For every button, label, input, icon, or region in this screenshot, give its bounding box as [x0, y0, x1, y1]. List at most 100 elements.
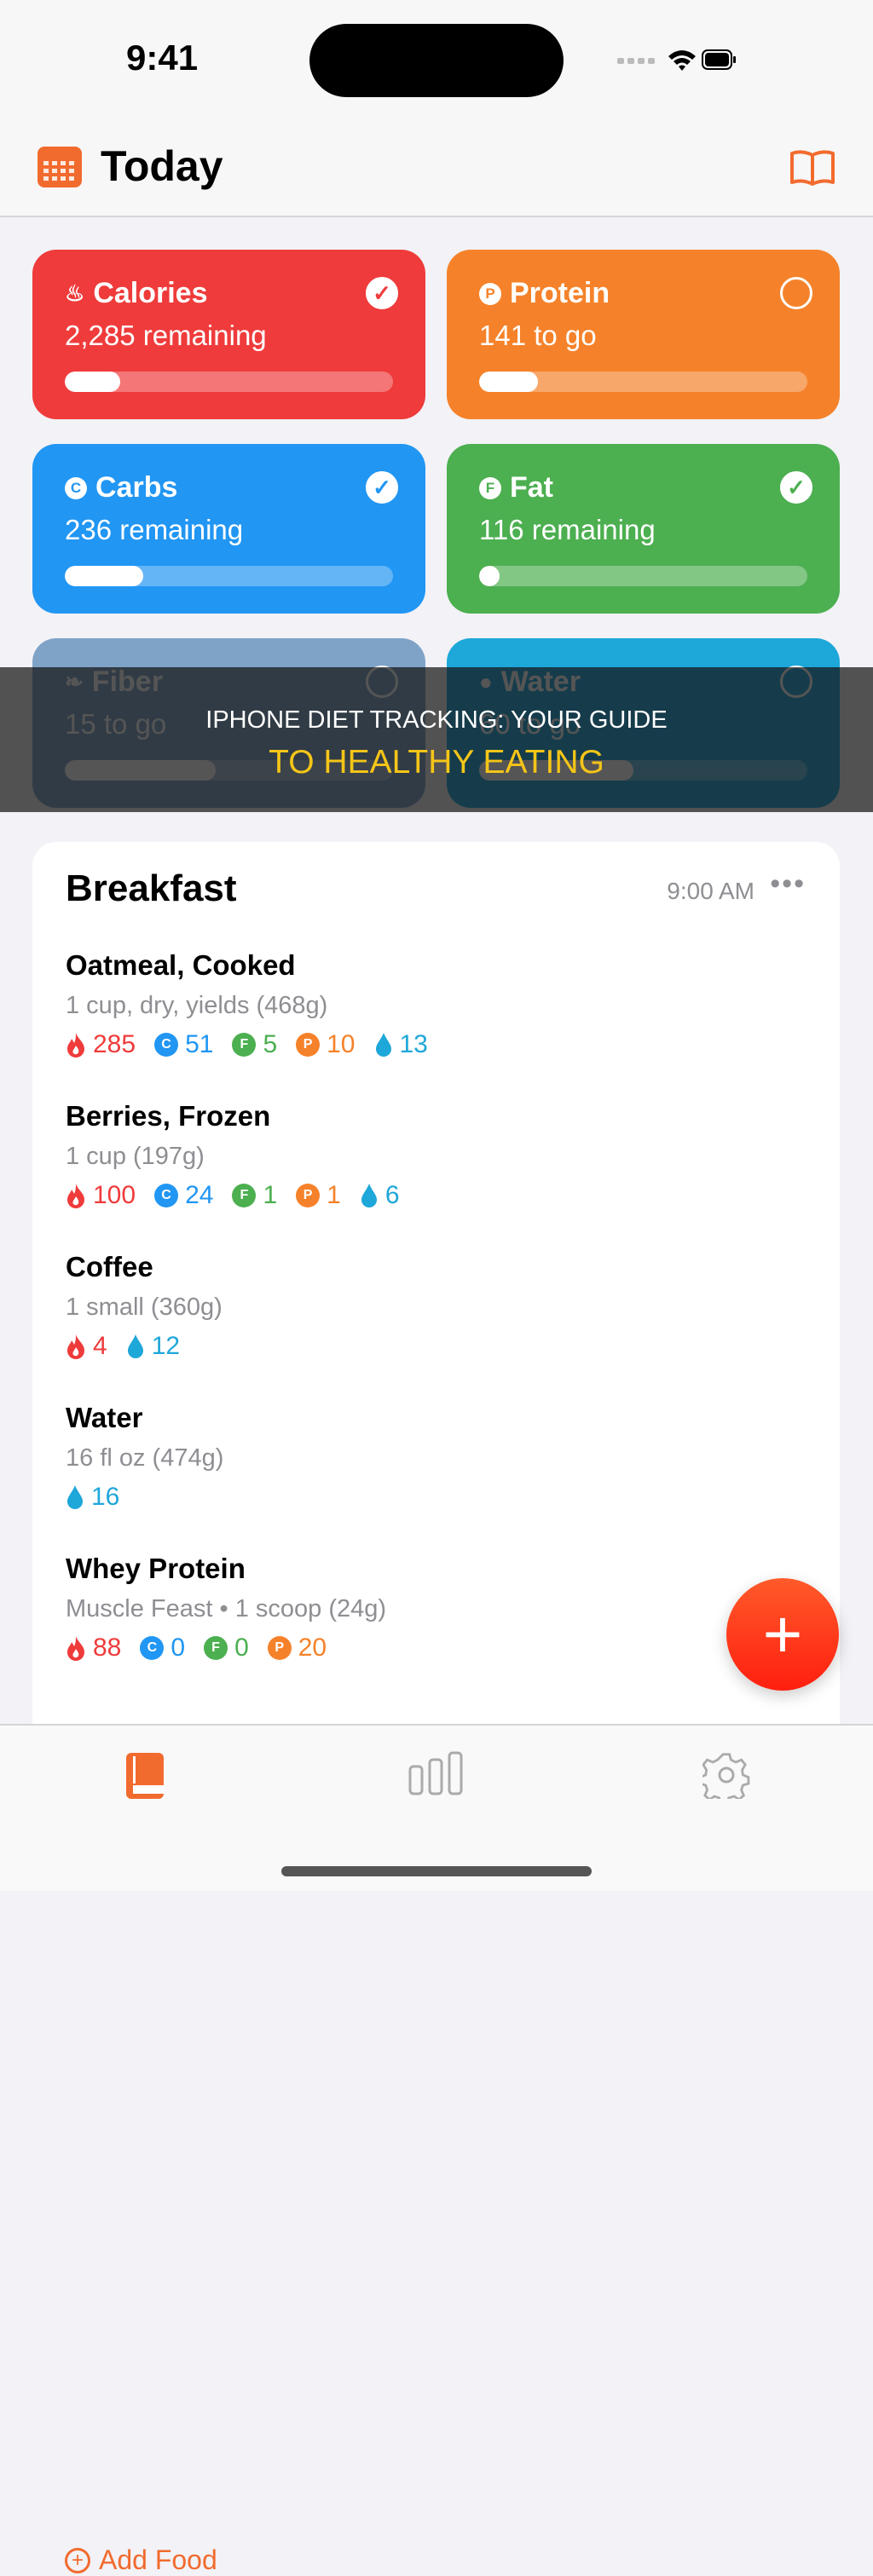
fat-icon: F — [479, 476, 501, 499]
flame-icon — [67, 1033, 84, 1057]
macro-value: 13 — [399, 1030, 428, 1058]
meal-time[interactable]: 9:00 AM — [667, 878, 754, 905]
goal-title-text: Calories — [93, 277, 208, 309]
add-food-label: Add Food — [99, 2544, 217, 2575]
macro-value: 5 — [263, 1030, 278, 1058]
macro-cal: 88 — [66, 1634, 121, 1663]
goal-progress-bar — [65, 372, 393, 392]
macro-value: 285 — [93, 1030, 136, 1058]
food-macros: 88 C 0 F 0 P 20 — [66, 1634, 386, 1663]
macro-value: 88 — [93, 1634, 122, 1662]
macro-value: 24 — [185, 1181, 214, 1209]
banner-line-2: TO HEALTHY EATING — [269, 744, 604, 781]
goal-subtitle: 236 remaining — [65, 514, 244, 545]
macro-cal: 285 — [66, 1030, 136, 1059]
macro-f: F5 — [232, 1030, 277, 1059]
macro-cal: 4 — [66, 1332, 107, 1361]
food-item[interactable]: Whey Protein Muscle Feast • 1 scoop (24g)… — [66, 1553, 386, 1663]
fat-icon: F — [204, 1636, 228, 1660]
macro-c: C0 — [140, 1634, 185, 1663]
calendar-icon[interactable] — [38, 147, 82, 187]
goal-card-carbs[interactable]: C Carbs 236 remaining ✓ — [32, 444, 425, 614]
macro-value: 100 — [93, 1181, 136, 1209]
signal-wifi-battery-icons — [617, 49, 736, 71]
goal-title-text: Fat — [510, 471, 553, 504]
more-options-button[interactable]: ••• — [770, 867, 806, 901]
checkmark-circle-icon[interactable]: ✓ — [366, 471, 398, 504]
food-name: Coffee — [66, 1251, 153, 1282]
goal-subtitle: 141 to go — [479, 320, 597, 351]
flame-icon — [67, 1636, 84, 1661]
goal-card-fat[interactable]: F Fat 116 remaining ✓ — [447, 444, 840, 614]
clock: 9:41 — [126, 37, 199, 78]
tab-stats[interactable] — [408, 1751, 465, 1795]
macro-value: 0 — [171, 1634, 186, 1662]
food-name: Whey Protein — [66, 1553, 246, 1584]
goal-title-text: Carbs — [95, 471, 178, 504]
checkmark-circle-icon[interactable]: ✓ — [780, 471, 812, 504]
add-button[interactable]: + — [726, 1578, 839, 1691]
food-serving: 16 fl oz (474g) — [66, 1444, 224, 1472]
goal-progress-fill — [479, 372, 539, 392]
carbs-icon: C — [154, 1033, 179, 1057]
food-name: Oatmeal, Cooked — [66, 949, 296, 981]
home-indicator[interactable] — [281, 1866, 592, 1876]
food-item[interactable]: Oatmeal, Cooked 1 cup, dry, yields (468g)… — [66, 949, 428, 1059]
food-item[interactable]: Water 16 fl oz (474g) 16 — [66, 1402, 223, 1512]
fat-icon: F — [232, 1033, 257, 1057]
flame-icon — [67, 1184, 84, 1208]
macro-w: 13 — [374, 1030, 428, 1059]
food-serving: 1 cup (197g) — [66, 1143, 205, 1170]
macro-c: C 51 — [154, 1030, 213, 1059]
goal-title: P Protein — [479, 277, 610, 310]
macro-value: 12 — [151, 1332, 181, 1360]
macro-w: 6 — [360, 1181, 400, 1210]
protein-icon: P — [296, 1033, 321, 1057]
goal-title: F Fat — [479, 471, 553, 504]
flame-icon — [67, 1334, 84, 1359]
goal-progress-bar — [65, 566, 393, 586]
water-drop-icon — [127, 1334, 143, 1358]
macro-value: 20 — [298, 1634, 327, 1662]
macro-p: P 20 — [267, 1634, 327, 1663]
flame-icon: ♨ — [65, 280, 85, 306]
tab-bar — [0, 1724, 873, 1891]
food-macros: 4 12 — [66, 1332, 223, 1361]
macro-value: 1 — [327, 1181, 341, 1209]
open-book-icon[interactable] — [789, 148, 835, 186]
carbs-icon: C — [65, 476, 87, 499]
macro-value: 0 — [234, 1634, 249, 1662]
food-macros: 16 — [66, 1483, 223, 1512]
tab-diary[interactable] — [124, 1751, 167, 1802]
goal-title-text: Protein — [510, 277, 610, 309]
food-item[interactable]: Berries, Frozen 1 cup (197g) 100 C 24 F 1 P 1 6 — [66, 1100, 400, 1210]
tab-settings[interactable] — [702, 1751, 750, 1799]
add-food-button[interactable]: + Add Food — [65, 2544, 217, 2576]
title-banner: IPHONE DIET TRACKING: YOUR GUIDE TO HEAL… — [0, 667, 873, 812]
goal-title: ♨ Calories — [65, 277, 208, 310]
fat-icon: F — [232, 1184, 257, 1207]
checkmark-circle-icon[interactable]: ✓ — [366, 277, 398, 309]
goal-card-protein[interactable]: P Protein 141 to go — [447, 250, 840, 419]
water-drop-icon — [67, 1485, 83, 1509]
dynamic-island — [309, 24, 564, 97]
macro-p: P1 — [296, 1181, 341, 1210]
meal-card-breakfast: Breakfast 9:00 AM ••• Oatmeal, Cooked 1 c… — [32, 842, 840, 2575]
page-title: Today — [101, 142, 223, 190]
macro-p: P 10 — [296, 1030, 356, 1059]
plus-circle-icon: + — [65, 2547, 90, 2573]
macro-f: F0 — [204, 1634, 249, 1663]
goal-card-calories[interactable]: ♨ Calories 2,285 remaining ✓ — [32, 250, 425, 419]
macro-w: 12 — [126, 1332, 180, 1361]
water-drop-icon — [375, 1033, 391, 1057]
goal-progress-fill — [65, 372, 121, 392]
header: Today — [0, 128, 873, 217]
food-item[interactable]: Coffee 1 small (360g) 4 12 — [66, 1251, 223, 1361]
macro-c: C 24 — [154, 1181, 213, 1210]
empty-circle-icon[interactable] — [780, 277, 812, 309]
goal-progress-fill — [479, 566, 500, 586]
protein-icon: P — [296, 1184, 321, 1207]
plus-icon: + — [762, 1596, 803, 1672]
water-drop-icon — [361, 1184, 377, 1207]
macro-cal: 100 — [66, 1181, 136, 1210]
